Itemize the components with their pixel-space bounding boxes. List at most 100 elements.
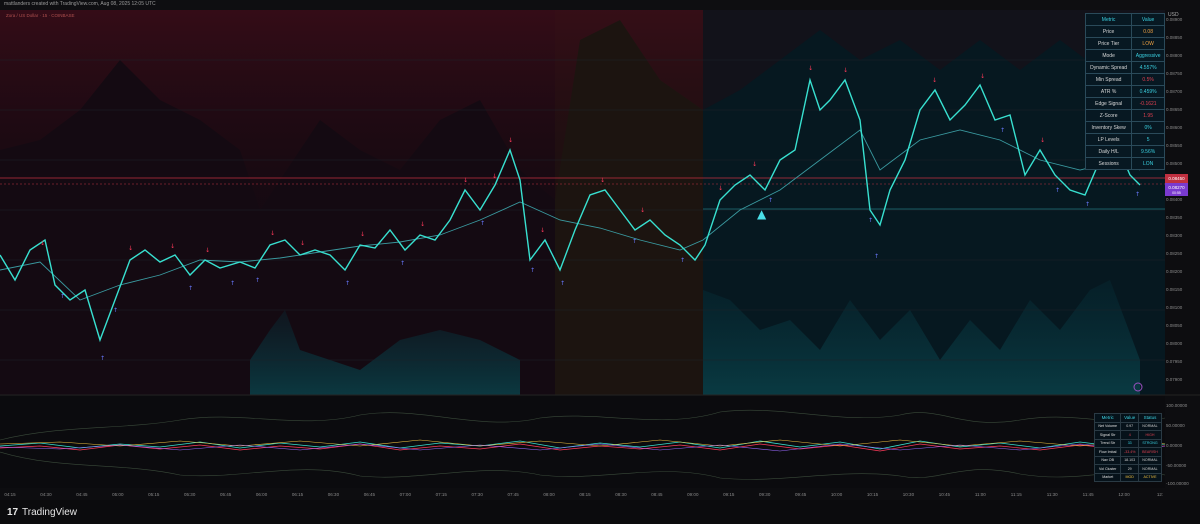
status-row: Trend Str 33 STRONG: [1093, 438, 1162, 448]
svg-text:↑: ↑: [230, 280, 235, 287]
status-header-row: Metric Value Status: [1093, 413, 1162, 423]
time-axis-label: 09:00: [687, 492, 699, 497]
svg-text:↓: ↓: [718, 185, 723, 192]
svg-text:↓: ↓: [360, 231, 365, 238]
svg-text:↑: ↑: [680, 257, 685, 264]
metric-name: Z-Score: [1084, 109, 1133, 122]
symbol-legend[interactable]: Zora / US Dollar · 15 · COINBASE: [6, 13, 75, 18]
status-metric: Vol Cluster: [1093, 464, 1122, 474]
metric-value: -0.1621: [1131, 97, 1165, 110]
svg-text:↓: ↓: [640, 207, 645, 214]
time-axis-label: 11:45: [1082, 492, 1094, 497]
svg-text:↓: ↓: [40, 240, 45, 247]
price-axis-label: 0.08100: [1166, 305, 1183, 310]
status-header: Value: [1120, 413, 1139, 423]
price-axis-label: 0.08000: [1166, 341, 1183, 346]
status-value: 33: [1120, 438, 1139, 448]
svg-text:↑: ↑: [868, 217, 873, 224]
status-status: NORMAL: [1138, 421, 1162, 431]
svg-text:↑: ↑: [1135, 191, 1140, 198]
time-axis-label: 09:15: [723, 492, 735, 497]
status-row: Nav OB 18.103 NORMAL: [1093, 455, 1162, 465]
svg-text:↑: ↑: [1000, 127, 1005, 134]
svg-text:↑: ↑: [768, 197, 773, 204]
time-axis-label: 12:00: [1118, 492, 1130, 497]
status-row: Flow Imbal -33.4% BEARISH: [1093, 447, 1162, 457]
metric-name: Edge Signal: [1084, 97, 1133, 110]
status-row: Net Volume 0.97 NORMAL: [1093, 421, 1162, 431]
price-axis-label: 0.08800: [1166, 53, 1183, 58]
time-axis-label: 06:45: [363, 492, 376, 497]
svg-text:↑: ↑: [188, 285, 193, 292]
price-axis-label: 0.08750: [1166, 71, 1183, 76]
svg-text:↓: ↓: [1040, 137, 1045, 144]
time-axis-label: 07:15: [435, 492, 447, 497]
time-axis-label: 11:15: [1010, 492, 1022, 497]
status-value: MOD: [1120, 472, 1139, 482]
metrics-table: Metric Value Price 0.08 Price Tier LOW Mode A…: [1084, 13, 1165, 170]
price-axis-label: 0.08150: [1166, 287, 1183, 292]
status-status: BEARISH: [1138, 447, 1162, 457]
time-axis-label: 08:15: [579, 492, 591, 497]
metric-value: 4.557%: [1131, 61, 1165, 74]
metric-name: Sessions: [1084, 157, 1133, 170]
price-axis-label: 0.08200: [1166, 269, 1183, 274]
price-axis-label: 0.08450: [1165, 174, 1188, 183]
price-axis-label: 0.08550: [1166, 143, 1183, 148]
price-axis-label: 0.08050: [1166, 323, 1183, 328]
svg-text:↓: ↓: [752, 161, 757, 168]
status-value: -33.4%: [1120, 447, 1139, 457]
price-axis-label: 0.08350: [1166, 215, 1183, 220]
metrics-row: Z-Score 1.95: [1084, 109, 1165, 122]
metrics-row: Mode Aggressive: [1084, 49, 1165, 62]
metric-value: 0.459%: [1131, 85, 1165, 98]
tradingview-logo-icon: 17: [7, 507, 19, 518]
metrics-row: Dynamic Spread 4.557%: [1084, 61, 1165, 74]
time-axis-label: 09:45: [794, 492, 807, 497]
tradingview-logo-text: TradingView: [22, 507, 78, 518]
svg-text:↑: ↑: [100, 355, 105, 362]
metric-value: LOW: [1131, 37, 1165, 50]
metric-value: 0.5%: [1131, 73, 1165, 86]
price-axis-label: 0.08850: [1166, 35, 1183, 40]
svg-text:↓: ↓: [540, 227, 545, 234]
svg-text:↑: ↑: [530, 267, 535, 274]
metric-value: 9.56%: [1131, 145, 1165, 158]
time-axis-label: 08:30: [615, 492, 627, 497]
status-value: 29: [1120, 464, 1139, 474]
metric-value: Aggressive: [1131, 49, 1165, 62]
svg-text:↑: ↑: [60, 293, 65, 300]
price-axis-label: 0.08650: [1166, 107, 1183, 112]
last-price-countdown: 00:55: [1165, 190, 1188, 196]
time-axis-label: 08:00: [543, 492, 555, 497]
svg-text:↓: ↓: [300, 240, 305, 247]
osc-axis-label: -50.00000: [1166, 463, 1187, 468]
status-row: Market MOD ACTIVE: [1093, 472, 1162, 482]
time-axis-label: 04:45: [76, 492, 88, 497]
metric-value: 5: [1131, 133, 1165, 146]
metric-value: 1.95: [1131, 109, 1165, 122]
svg-text:↓: ↓: [932, 77, 937, 84]
metric-name: Inventory Skew: [1084, 121, 1133, 134]
time-axis-label: 10:45: [938, 492, 951, 497]
metric-value: LON: [1131, 157, 1165, 170]
time-axis-label: 10:30: [902, 492, 915, 497]
svg-text:↓: ↓: [420, 221, 425, 228]
time-axis-label: 10:00: [830, 492, 843, 497]
status-metric: Trend Str: [1093, 438, 1122, 448]
metric-name: Price: [1084, 25, 1133, 38]
price-axis-label: 0.08250: [1166, 251, 1183, 256]
time-axis-label: 06:30: [327, 492, 340, 497]
price-chart[interactable]: ↓↓↓↓ ↓↓↓↓ ↓↓↓↓ ↓↓↓↓ ↓↓↓↓ ↓↓ ↑↑↑↑ ↑↑↑↑ ↑↑…: [0, 10, 1200, 500]
metric-name: Daily H/L: [1084, 145, 1133, 158]
svg-text:↑: ↑: [113, 307, 118, 314]
metrics-row: Edge Signal -0.1621: [1084, 97, 1165, 110]
tradingview-chart-window: mattlanders created with TradingView.com…: [0, 0, 1200, 524]
time-axis-label: 07:00: [399, 492, 411, 497]
status-status: NORMAL: [1138, 464, 1162, 474]
status-status: HIGH: [1138, 430, 1162, 440]
time-axis-label: 05:30: [184, 492, 196, 497]
svg-text:↓: ↓: [205, 247, 210, 254]
svg-text:↑: ↑: [1055, 187, 1060, 194]
status-metric: Signal Str: [1093, 430, 1122, 440]
